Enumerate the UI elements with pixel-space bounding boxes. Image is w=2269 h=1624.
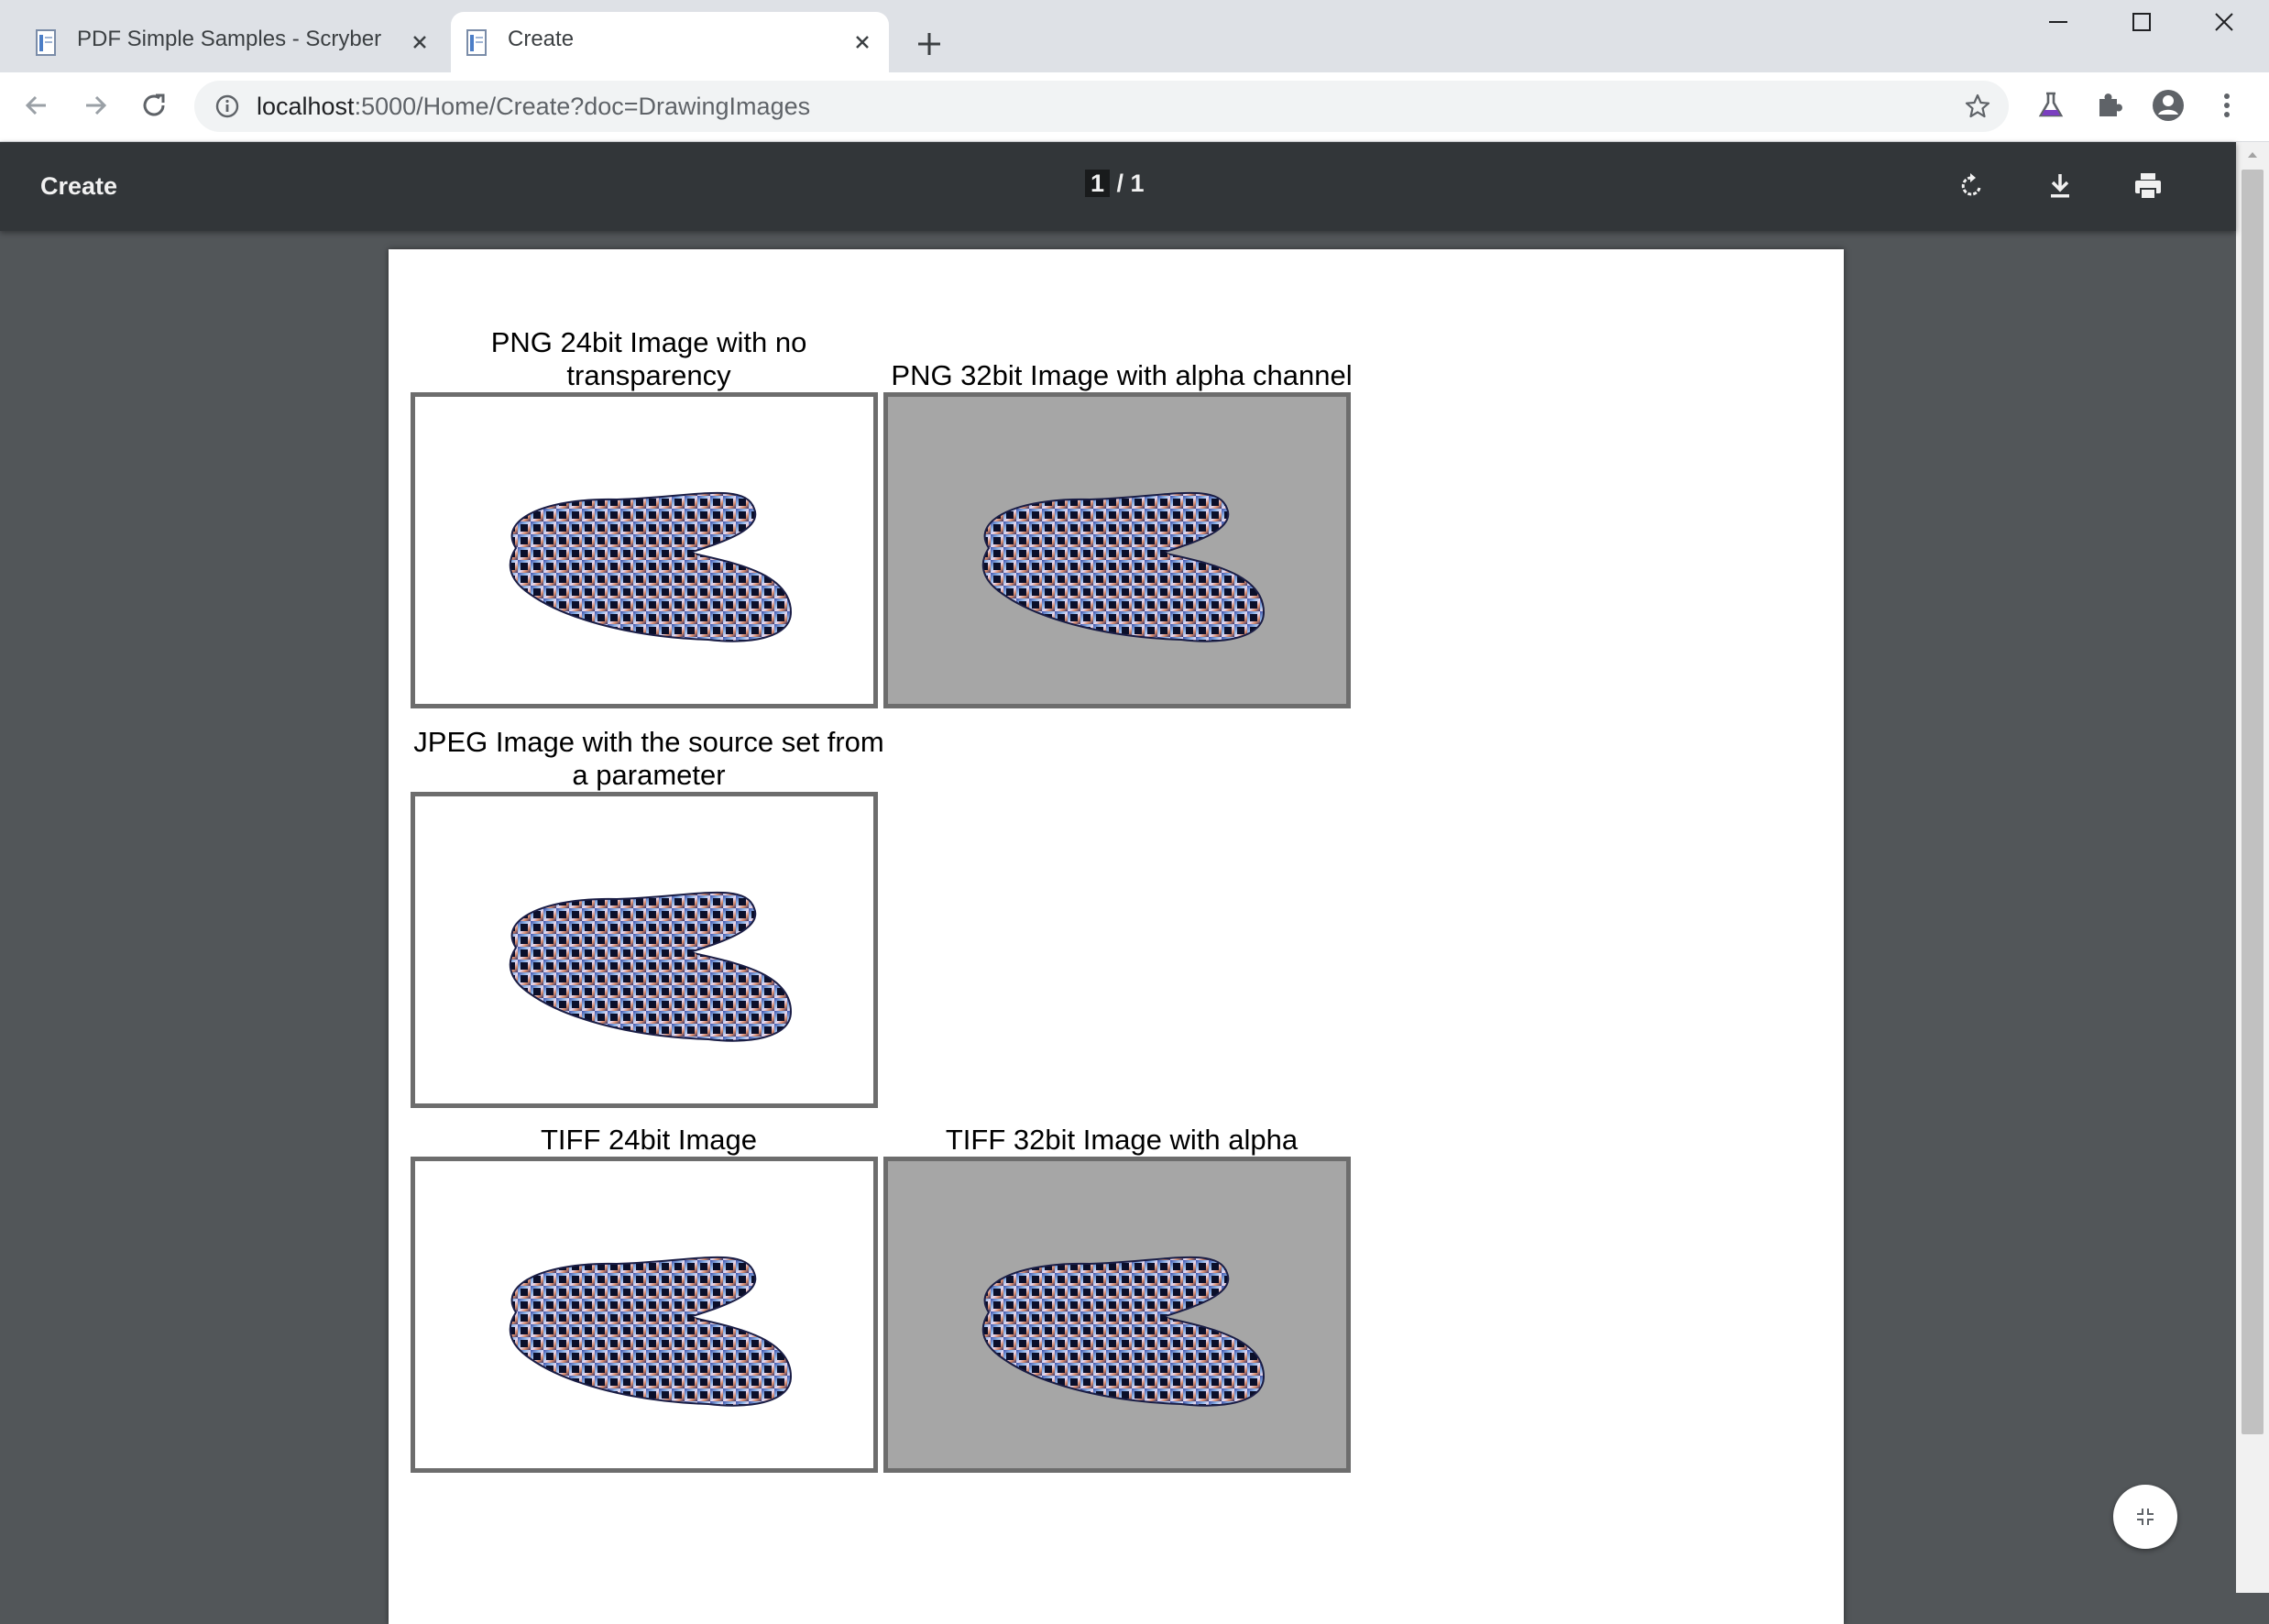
image-cell-tiff32: TIFF 32bit Image with alpha: [883, 1074, 1360, 1473]
page-total: / 1: [1110, 170, 1145, 197]
rotate-icon[interactable]: [1954, 168, 1990, 204]
url-host: localhost: [257, 93, 355, 120]
image-frame: [411, 392, 878, 708]
image-frame: [411, 792, 878, 1108]
account-circle-icon[interactable]: [2150, 87, 2187, 124]
image-frame: [883, 1157, 1351, 1473]
address-bar[interactable]: localhost:5000/Home/Create?doc=DrawingIm…: [194, 81, 2009, 132]
fit-to-page-button[interactable]: [2113, 1485, 2177, 1549]
image-caption: PNG 24bit Image with no transparency: [490, 326, 807, 391]
image-frame: [411, 1157, 878, 1473]
minimize-icon[interactable]: [2016, 0, 2100, 44]
image-cell-jpeg: JPEG Image with the source set from a pa…: [411, 709, 887, 1108]
torus-image: [479, 1234, 809, 1418]
torus-image: [952, 470, 1282, 653]
flask-icon[interactable]: [2033, 87, 2069, 124]
tab-strip: PDF Simple Samples - Scryber Create: [0, 0, 2269, 72]
print-icon[interactable]: [2130, 168, 2166, 204]
tab-title: Create: [508, 27, 575, 51]
image-cell-png32: PNG 32bit Image with alpha channel: [883, 310, 1360, 708]
pdf-document-icon: [466, 29, 487, 56]
reload-icon[interactable]: [136, 87, 172, 124]
image-caption: JPEG Image with the source set from a pa…: [413, 726, 884, 791]
image-frame: [883, 392, 1351, 708]
kebab-menu-icon[interactable]: [2209, 87, 2245, 124]
arrow-left-icon[interactable]: [18, 87, 55, 124]
arrow-right-icon[interactable]: [77, 87, 114, 124]
scroll-thumb[interactable]: [2242, 170, 2264, 1434]
download-icon[interactable]: [2042, 168, 2078, 204]
info-circle-icon[interactable]: [214, 93, 240, 119]
pdf-title: Create: [40, 172, 118, 200]
close-icon[interactable]: [406, 28, 433, 56]
tab-pdf-simple-samples[interactable]: PDF Simple Samples - Scryber: [20, 12, 446, 72]
new-tab-plus-icon[interactable]: [911, 26, 948, 62]
torus-image: [952, 1234, 1282, 1418]
close-icon[interactable]: [849, 28, 876, 56]
pdf-page: PNG 24bit Image with no transparency PNG…: [389, 249, 1844, 1624]
torus-image: [479, 470, 809, 653]
browser-toolbar: localhost:5000/Home/Create?doc=DrawingIm…: [0, 72, 2269, 142]
star-icon[interactable]: [1963, 92, 1992, 121]
pdf-toolbar: Create 1 / 1: [0, 142, 2236, 231]
image-caption: TIFF 24bit Image: [540, 1124, 758, 1156]
image-cell-png24: PNG 24bit Image with no transparency: [411, 310, 887, 708]
pdf-document-icon: [36, 29, 56, 56]
image-caption: PNG 32bit Image with alpha channel: [891, 359, 1353, 391]
fit-to-page-icon: [2137, 1509, 2154, 1525]
tab-title: PDF Simple Samples - Scryber: [77, 27, 382, 51]
url-path: :5000/Home/Create?doc=DrawingImages: [354, 93, 811, 120]
scrollbar[interactable]: [2236, 142, 2269, 1593]
page-current-input[interactable]: 1: [1085, 170, 1111, 197]
torus-image: [479, 870, 809, 1053]
puzzle-icon[interactable]: [2091, 87, 2128, 124]
address-url[interactable]: localhost:5000/Home/Create?doc=DrawingIm…: [257, 93, 810, 121]
close-window-icon[interactable]: [2181, 0, 2265, 44]
image-cell-tiff24: TIFF 24bit Image: [411, 1074, 887, 1473]
maximize-icon[interactable]: [2099, 0, 2183, 44]
tab-create[interactable]: Create: [451, 12, 889, 72]
scroll-up-arrow-icon[interactable]: [2245, 148, 2260, 162]
image-caption: TIFF 32bit Image with alpha: [945, 1124, 1299, 1156]
page-indicator[interactable]: 1 / 1: [1085, 166, 1145, 201]
pdf-viewer[interactable]: PNG 24bit Image with no transparency PNG…: [0, 231, 2236, 1624]
